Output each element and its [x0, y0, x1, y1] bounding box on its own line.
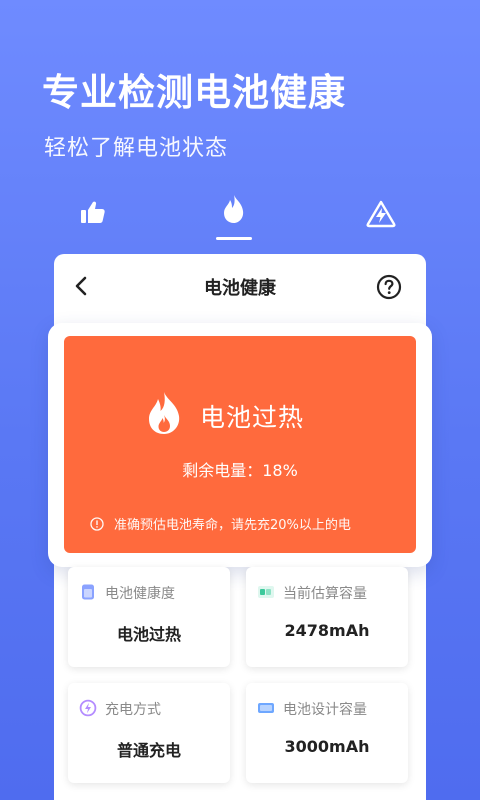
thumbs-up-icon: [81, 201, 105, 223]
status-tip: 准确预估电池寿命，请先充20%以上的电: [90, 514, 410, 533]
panel-header: 电池健康: [54, 254, 426, 320]
card-battery-health: 电池健康度 电池过热: [68, 567, 230, 667]
feature-tabs: [0, 192, 480, 244]
flame-icon: [149, 392, 180, 434]
card-label: 电池健康度: [105, 586, 175, 602]
panel-title: 电池健康: [204, 278, 276, 299]
flame-icon: [224, 195, 244, 223]
lightning-bolt-icon: [366, 200, 396, 228]
charge-mode-icon: [79, 699, 97, 717]
battery-design-icon: [258, 703, 274, 713]
info-circle-icon: [90, 516, 104, 531]
tab-fire[interactable]: [214, 194, 254, 238]
card-value: 3000mAh: [284, 737, 370, 756]
back-button[interactable]: [70, 274, 94, 298]
card-current-capacity: 当前估算容量 2478mAh: [246, 567, 408, 667]
card-value: 普通充电: [116, 741, 181, 760]
card-label: 电池设计容量: [283, 702, 367, 718]
card-value: 电池过热: [116, 625, 181, 644]
card-label: 当前估算容量: [283, 586, 367, 602]
battery-card-icon: [82, 584, 94, 600]
card-value: 2478mAh: [284, 621, 370, 640]
card-design-capacity: 电池设计容量 3000mAh: [246, 683, 408, 783]
overheat-banner: 电池过热 剩余电量：18% 准确预估电池寿命，请先充20%以上的电: [64, 336, 416, 553]
chevron-left-icon: [75, 276, 87, 296]
battery-status-card: 电池过热 剩余电量：18% 准确预估电池寿命，请先充20%以上的电: [48, 323, 432, 567]
active-tab-indicator: [216, 237, 252, 240]
hero-title: 专业检测电池健康: [42, 71, 346, 114]
tab-like[interactable]: [73, 200, 113, 244]
card-label: 充电方式: [105, 702, 161, 718]
battery-capacity-icon: [258, 586, 274, 598]
remaining-battery-text: 剩余电量：18%: [182, 461, 298, 480]
status-tip-text: 准确预估电池寿命，请先充20%以上的电: [114, 518, 351, 533]
hero-subtitle: 轻松了解电池状态: [44, 136, 229, 161]
card-charge-mode: 充电方式 普通充电: [68, 683, 230, 783]
help-button[interactable]: [376, 274, 402, 300]
question-circle-icon: [376, 274, 402, 300]
status-title: 电池过热: [200, 403, 305, 432]
tab-bolt[interactable]: [361, 200, 401, 244]
